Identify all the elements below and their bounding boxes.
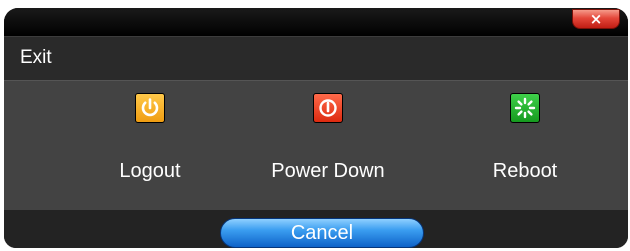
title-bar: Exit: [4, 36, 628, 80]
logout-option[interactable]: Logout: [60, 81, 240, 211]
logout-label: Logout: [119, 160, 181, 182]
power-down-option[interactable]: Power Down: [238, 81, 418, 211]
power-icon: [313, 93, 343, 123]
exit-options: Logout Power Down Reboot: [4, 80, 628, 210]
reboot-option[interactable]: Reboot: [435, 81, 615, 211]
dialog-title: Exit: [20, 47, 52, 68]
cancel-button[interactable]: Cancel: [220, 218, 424, 248]
dialog-top-band: [4, 8, 628, 36]
close-button[interactable]: ×: [572, 9, 620, 29]
exit-dialog: × Exit Logout Power Down Reboot Cancel: [4, 8, 628, 248]
power-down-label: Power Down: [271, 160, 385, 182]
reboot-label: Reboot: [492, 160, 558, 182]
dialog-footer: Cancel: [4, 210, 628, 248]
logout-power-icon: [135, 93, 165, 123]
reboot-spinner-icon: [510, 93, 540, 123]
